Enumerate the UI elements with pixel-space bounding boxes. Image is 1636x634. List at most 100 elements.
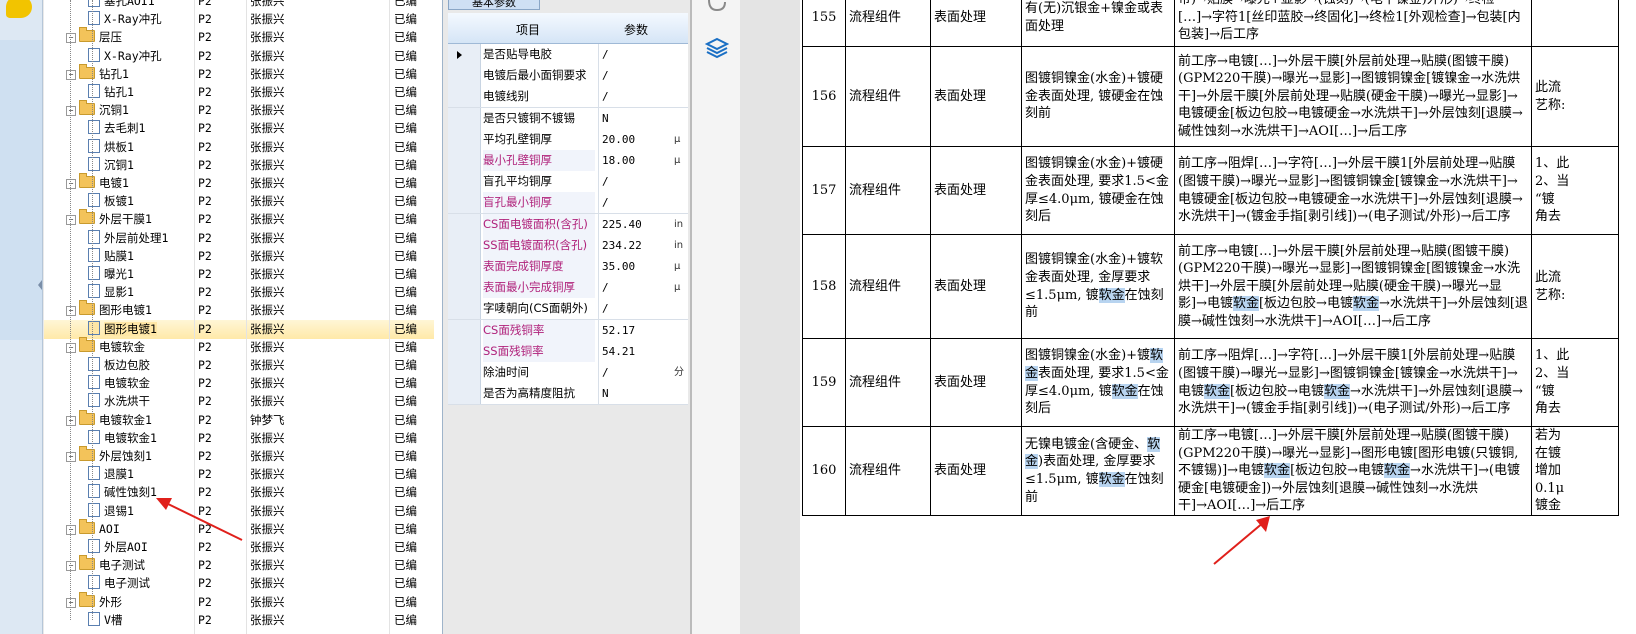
tree-node[interactable]: 外层AOI [88, 538, 148, 557]
chat-bubble-icon[interactable] [6, 0, 32, 18]
tree-node[interactable]: X-Ray冲孔 [88, 10, 162, 29]
tree-row[interactable]: − 电镀软金 P2 张振兴 已编 [44, 336, 434, 357]
property-row[interactable]: 表面最小完成铜厚 / μ [448, 277, 688, 300]
collapse-toggle-icon[interactable]: − [66, 306, 76, 317]
collapse-toggle-icon[interactable]: − [66, 179, 76, 189]
tree-node[interactable]: 沉铜1 [88, 156, 134, 175]
property-value[interactable]: 20.00 [598, 128, 676, 150]
property-value[interactable]: N [598, 383, 676, 405]
property-row[interactable]: 除油时间 / 分 [448, 362, 688, 384]
collapse-toggle-icon[interactable]: − [66, 215, 76, 226]
tree-node[interactable]: 电镀软金 [88, 374, 150, 393]
tree-row[interactable]: V槽 P2 张振兴 已编 [44, 611, 434, 630]
tree-node[interactable]: 板边包胶 [88, 356, 150, 375]
tree-node[interactable]: − 外层蚀刻1 [66, 446, 152, 466]
tree-node[interactable]: − 外形 [66, 591, 122, 612]
layers-icon[interactable] [705, 36, 729, 60]
tree-node[interactable]: 板镀1 [88, 192, 134, 211]
property-row[interactable]: 盲孔最小铜厚 / [448, 192, 688, 215]
property-row[interactable]: 盲孔平均铜厚 / [448, 171, 688, 194]
property-value[interactable]: / [598, 298, 676, 320]
tree-node[interactable]: 显影1 [88, 283, 134, 302]
collapse-toggle-icon[interactable]: − [66, 524, 76, 535]
property-value[interactable]: 18.00 [598, 150, 676, 171]
collapse-toggle-icon[interactable]: − [66, 415, 76, 426]
tree-row[interactable]: 板镀1 P2 张振兴 已编 [44, 192, 434, 211]
property-value[interactable]: 35.00 [598, 256, 676, 277]
tree-row[interactable]: − 电镀软金1 P2 钟梦飞 已编 [44, 409, 434, 430]
tree-node[interactable]: 退锡1 [88, 502, 134, 521]
tree-row[interactable]: 水洗烘干 P2 张振兴 已编 [44, 392, 434, 411]
tree-row[interactable]: X-Ray冲孔 P2 张振兴 已编 [44, 47, 434, 66]
collapse-toggle-icon[interactable]: − [66, 69, 76, 80]
tree-node[interactable]: − 图形电镀1 [66, 300, 152, 320]
paperclip-icon[interactable] [706, 0, 728, 14]
tree-row[interactable]: − 图形电镀1 P2 张振兴 已编 [44, 300, 434, 320]
tree-node[interactable]: − 电镀软金1 [66, 409, 152, 430]
tree-row[interactable]: − 沉铜1 P2 张振兴 已编 [44, 100, 434, 120]
property-value[interactable]: / [598, 86, 676, 108]
tree-node[interactable]: 去毛刺1 [88, 119, 145, 138]
property-value[interactable]: 52.17 [598, 319, 676, 341]
collapse-toggle-icon[interactable]: − [66, 33, 76, 44]
tree-node[interactable]: − 电镀1 [66, 173, 129, 193]
tree-row[interactable]: X-Ray冲孔 P2 张振兴 已编 [44, 10, 434, 29]
tree-node[interactable]: X-Ray冲孔 [88, 47, 162, 66]
property-value[interactable]: / [598, 192, 676, 214]
tree-node[interactable]: 退膜1 [88, 465, 134, 484]
tree-row[interactable]: 外层前处理1 P2 张振兴 已编 [44, 229, 434, 248]
tree-row[interactable]: 钻孔1 P2 张振兴 已编 [44, 83, 434, 102]
property-value[interactable]: 54.21 [598, 340, 676, 362]
tree-node[interactable]: 曝光1 [88, 265, 134, 284]
property-value[interactable]: 225.40 [598, 213, 676, 235]
collapse-left-icon[interactable] [38, 280, 42, 290]
tree-node[interactable]: 碱性蚀刻1 [88, 483, 157, 502]
tree-node[interactable]: − 电镀软金 [66, 336, 145, 357]
property-row[interactable]: 最小孔壁铜厚 18.00 μ [448, 150, 688, 172]
property-row[interactable]: 是否为高精度阻抗 N [448, 383, 688, 406]
property-value[interactable]: / [598, 362, 676, 383]
tree-row[interactable]: 显影1 P2 张振兴 已编 [44, 283, 434, 302]
property-row[interactable]: 电镀后最小面铜要求 / [448, 65, 688, 88]
property-row[interactable]: 电镀线别 / [448, 86, 688, 109]
tree-node[interactable]: 水洗烘干 [88, 392, 150, 411]
property-row[interactable]: 是否贴导电胶 / [448, 44, 688, 66]
property-row[interactable]: SS面电镀面积(含孔) 234.22 in [448, 234, 688, 257]
property-value[interactable]: / [598, 277, 676, 299]
tree-row[interactable]: 电镀软金 P2 张振兴 已编 [44, 374, 434, 393]
collapse-toggle-icon[interactable]: − [66, 597, 76, 608]
tree-node[interactable]: V槽 [88, 611, 122, 630]
collapse-toggle-icon[interactable]: − [66, 561, 76, 572]
tree-row[interactable]: − 电镀1 P2 张振兴 已编 [44, 173, 434, 193]
property-row[interactable]: 表面完成铜厚度 35.00 μ [448, 256, 688, 278]
tree-row[interactable]: 去毛刺1 P2 张振兴 已编 [44, 119, 434, 138]
tree-row[interactable]: − 外层干膜1 P2 张振兴 已编 [44, 209, 434, 229]
property-row[interactable]: 字唛朝向(CS面朝外) / [448, 298, 688, 321]
tree-node[interactable]: 外层前处理1 [88, 229, 168, 248]
tree-row[interactable]: 退膜1 P2 张振兴 已编 [44, 465, 434, 484]
collapse-toggle-icon[interactable]: − [66, 452, 76, 462]
tree-row[interactable]: 板边包胶 P2 张振兴 已编 [44, 356, 434, 375]
tree-row[interactable]: − 外形 P2 张振兴 已编 [44, 591, 434, 612]
tab-basic-params[interactable]: 基本参数 [448, 0, 540, 10]
property-value[interactable]: / [598, 65, 676, 87]
property-value[interactable]: / [598, 44, 676, 65]
property-value[interactable]: 234.22 [598, 234, 676, 256]
tree-row[interactable]: 图形电镀1 P2 张振兴 已编 [44, 319, 434, 339]
property-value[interactable]: / [598, 171, 676, 193]
tree-node[interactable]: 钻孔1 [88, 83, 134, 102]
tree-row[interactable]: − 钻孔1 P2 张振兴 已编 [44, 63, 434, 84]
property-row[interactable]: CS面残铜率 52.17 [448, 319, 688, 342]
property-row[interactable]: 平均孔壁铜厚 20.00 μ [448, 128, 688, 151]
tree-row[interactable]: 烘板1 P2 张振兴 已编 [44, 138, 434, 157]
tree-node[interactable]: 图形电镀1 [88, 320, 157, 339]
tree-node[interactable]: − 外层干膜1 [66, 209, 152, 229]
property-row[interactable]: CS面电镀面积(含孔) 225.40 in [448, 213, 688, 236]
property-value[interactable]: N [598, 107, 676, 129]
collapse-toggle-icon[interactable]: − [66, 342, 76, 353]
tree-row[interactable]: 贴膜1 P2 张振兴 已编 [44, 247, 434, 266]
tree-row[interactable]: − 外层蚀刻1 P2 张振兴 已编 [44, 446, 434, 466]
tree-row[interactable]: − 层压 P2 张振兴 已编 [44, 27, 434, 47]
tree-row[interactable]: − 电子测试 P2 张振兴 已编 [44, 555, 434, 575]
property-row[interactable]: 是否只镀铜不镀锡 N [448, 107, 688, 130]
